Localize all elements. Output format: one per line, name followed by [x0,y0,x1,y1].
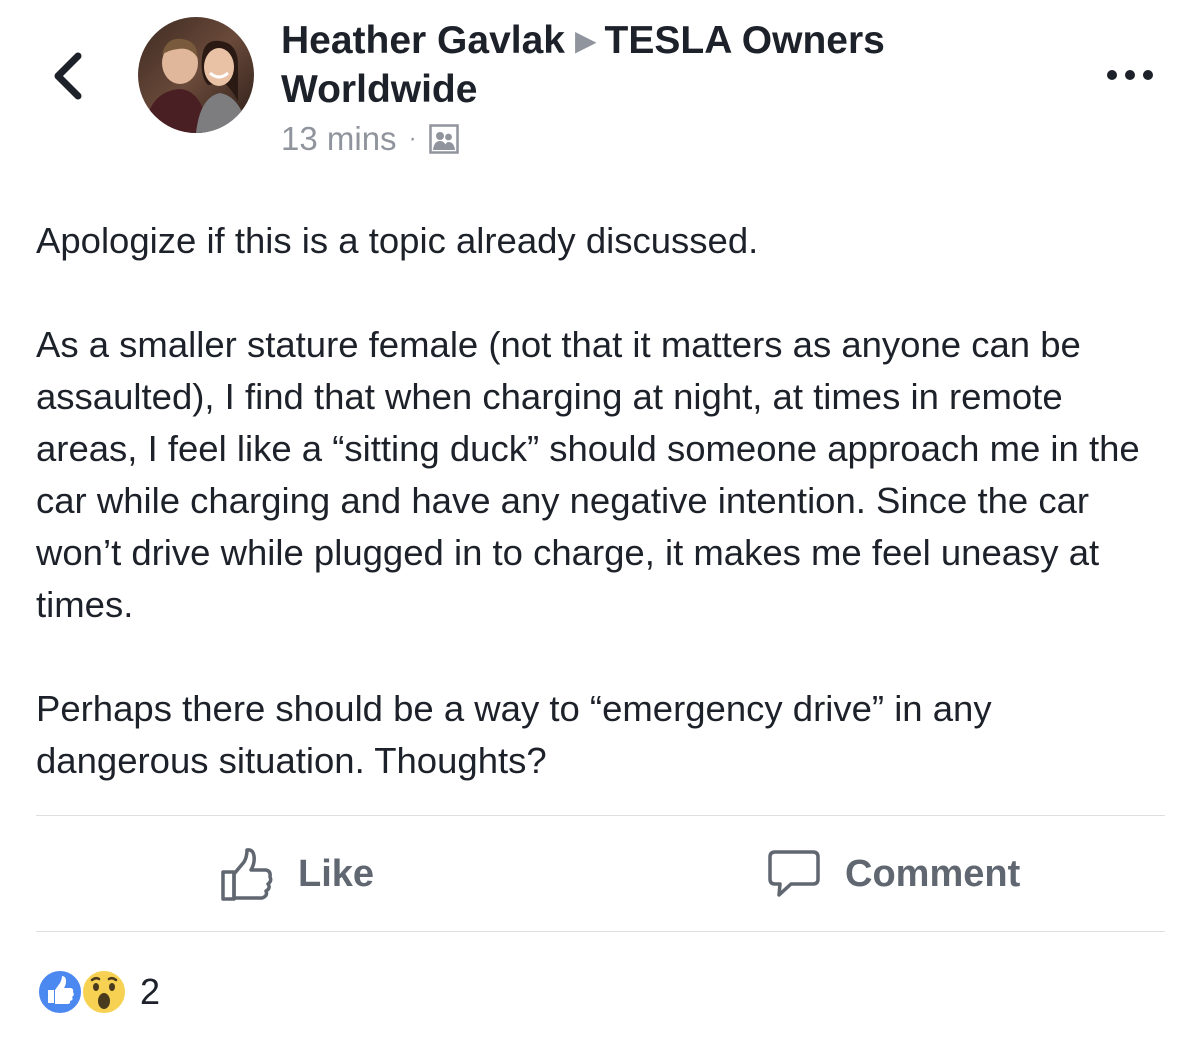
post-meta: 13 mins · [281,119,981,159]
post-body: Apologize if this is a topic already dis… [36,215,1156,787]
more-options-button[interactable] [1100,58,1160,92]
post-paragraph: Apologize if this is a topic already dis… [36,220,759,261]
author-name[interactable]: Heather Gavlak [281,19,565,62]
chevron-left-icon [54,52,82,100]
timestamp[interactable]: 13 mins [281,119,397,159]
action-bar: Like Comment [36,816,1165,932]
thumbs-up-icon [221,848,273,901]
comment-bubble-icon [768,850,820,897]
post-paragraph: As a smaller stature female (not that it… [36,324,1140,625]
like-reaction-icon [37,969,83,1015]
reaction-count: 2 [140,971,161,1012]
reactions-summary[interactable]: 2 [36,968,160,1016]
comment-button[interactable]: Comment [767,846,1020,902]
group-members-icon [428,124,459,154]
triangle-right-icon: ▶ [575,25,597,56]
separator-dot: · [408,125,417,152]
like-button[interactable]: Like [220,846,374,902]
post-header: Heather Gavlak ▶ TESLA Owners Worldwide 13… [281,16,981,159]
comment-label: Comment [845,852,1021,895]
back-button[interactable] [40,46,100,106]
post-paragraph: Perhaps there should be a way to “emerge… [36,688,992,781]
more-horizontal-icon [1107,70,1153,80]
like-label: Like [298,852,375,895]
post-title: Heather Gavlak ▶ TESLA Owners Worldwide [281,16,981,114]
avatar[interactable] [138,17,254,133]
wow-reaction-icon [81,969,127,1015]
